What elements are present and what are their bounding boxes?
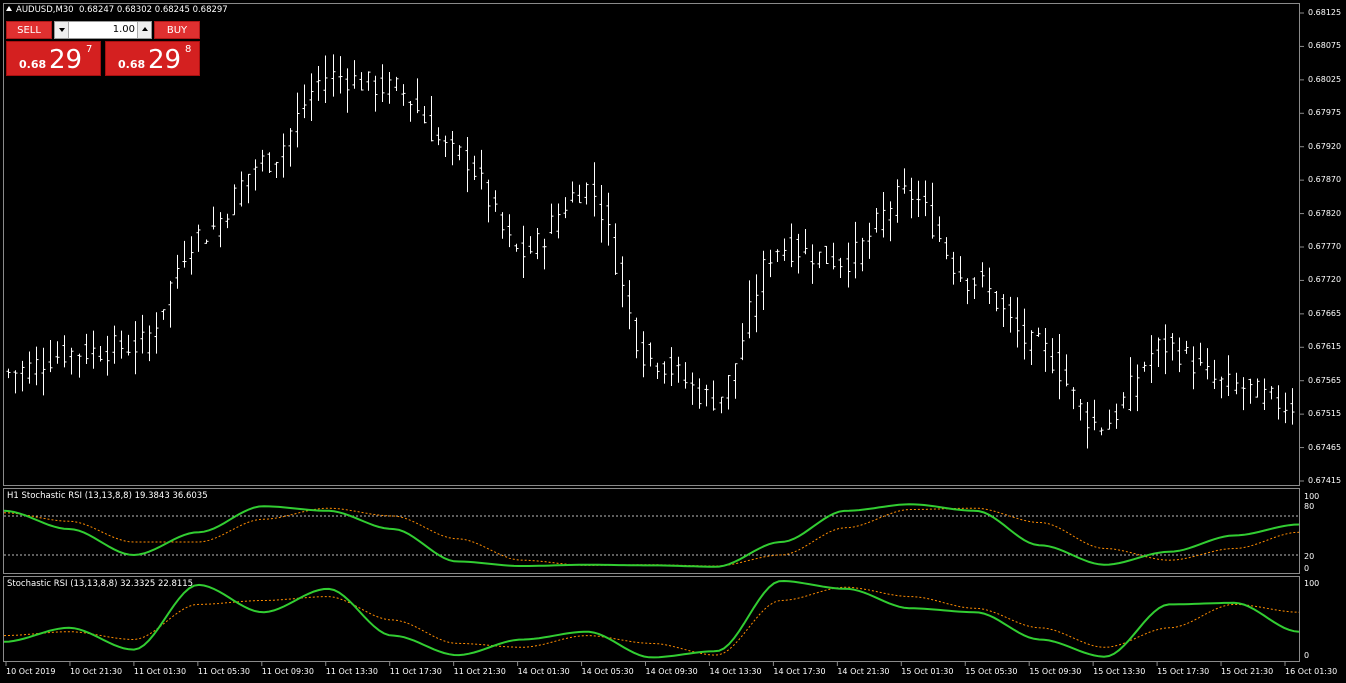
price-axis-label: 0.68025: [1308, 74, 1342, 84]
arrow-down-icon: [59, 28, 65, 32]
price-axis-label: 0.68125: [1308, 8, 1342, 17]
price-axis-label: 0.67615: [1308, 342, 1342, 352]
time-axis-label: 15 Oct 17:30: [1157, 667, 1210, 676]
time-axis-label: 10 Oct 21:30: [69, 667, 123, 676]
indicator2-title: Stochastic RSI (13,13,8,8) 32.3325 22.81…: [7, 579, 194, 589]
ind2-level-100: 100: [1304, 579, 1320, 588]
price-axis-label: 0.67920: [1308, 141, 1342, 151]
sell-price-button[interactable]: 0.68 29 7: [6, 41, 101, 76]
time-axis-label: 14 Oct 05:30: [581, 667, 634, 676]
time-axis-label: 14 Oct 13:30: [709, 667, 762, 676]
symbol-info: AUDUSD,M30 0.68247 0.68302 0.68245 0.682…: [6, 5, 228, 15]
ind2-level-0: 0: [1304, 651, 1310, 660]
symbol-label: AUDUSD,M30: [16, 5, 74, 15]
time-axis-label: 16 Oct 01:30: [1285, 667, 1338, 676]
time-axis-label: 15 Oct 13:30: [1093, 667, 1146, 676]
ind1-level-20: 20: [1304, 552, 1315, 561]
time-axis-label: 14 Oct 01:30: [517, 667, 570, 676]
price-axis-label: 0.67820: [1308, 208, 1342, 218]
indicator1-title: H1 Stochastic RSI (13,13,8,8) 19.3843 36…: [7, 491, 208, 501]
time-axis-label: 11 Oct 05:30: [197, 667, 250, 676]
time-axis-label: 11 Oct 21:30: [453, 667, 506, 676]
sell-button[interactable]: SELL: [6, 21, 52, 39]
chart-plot: [3, 12, 1304, 666]
lot-size-value[interactable]: 1.00: [71, 24, 135, 35]
sell-price-big: 29: [49, 45, 83, 75]
chart-window[interactable]: AUDUSD,M30 0.68247 0.68302 0.68245 0.682…: [0, 0, 1346, 683]
time-axis-label: 10 Oct 2019: [6, 667, 56, 676]
price-axis-label: 0.67870: [1308, 175, 1342, 185]
buy-button[interactable]: BUY: [154, 21, 200, 39]
time-axis-label: 15 Oct 09:30: [1029, 667, 1082, 676]
buy-price-prefix: 0.68: [118, 58, 146, 71]
buy-price-pip: 8: [185, 44, 192, 55]
price-axis-label: 0.67665: [1308, 308, 1342, 318]
price-axis-label: 0.67465: [1308, 442, 1342, 452]
arrow-up-icon: [142, 27, 148, 31]
lot-increase-button[interactable]: [137, 22, 151, 38]
ind2-signal-line: [3, 586, 1300, 656]
buy-price-big: 29: [148, 45, 182, 75]
ind1-level-80: 80: [1304, 502, 1315, 511]
time-axis-label: 14 Oct 09:30: [645, 667, 698, 676]
price-axis-label: 0.67415: [1308, 476, 1342, 485]
price-axis-label: 0.67770: [1308, 242, 1342, 251]
ind1-level-0: 0: [1304, 564, 1310, 573]
time-axis-label: 11 Oct 17:30: [389, 667, 442, 676]
lot-size-field[interactable]: 1.00: [54, 21, 152, 39]
sell-price-pip: 7: [86, 44, 93, 55]
time-axis-label: 15 Oct 01:30: [901, 667, 954, 676]
collapse-triangle-icon[interactable]: [6, 6, 12, 11]
price-axis-label: 0.67720: [1308, 275, 1342, 285]
time-axis-label: 11 Oct 13:30: [325, 667, 378, 676]
price-axis-label: 0.68075: [1308, 41, 1342, 51]
sell-price-prefix: 0.68: [19, 58, 47, 71]
ind1-level-100: 100: [1304, 492, 1320, 501]
ind2-main-line: [3, 579, 1300, 659]
ind1-signal-line: [3, 507, 1300, 567]
buy-price-button[interactable]: 0.68 29 8: [105, 41, 200, 76]
price-axis-label: 0.67975: [1308, 108, 1342, 118]
ind1-main-line: [3, 503, 1300, 568]
time-axis-label: 14 Oct 21:30: [837, 667, 890, 676]
time-axis-label: 11 Oct 09:30: [261, 667, 314, 676]
price-axis-label: 0.67515: [1308, 409, 1342, 419]
time-axis-label: 15 Oct 05:30: [965, 667, 1018, 676]
time-axis-label: 15 Oct 21:30: [1221, 667, 1274, 676]
ohlc-values: 0.68247 0.68302 0.68245 0.68297: [79, 5, 228, 15]
lot-decrease-button[interactable]: [55, 22, 69, 38]
price-axis-label: 0.67565: [1308, 375, 1342, 385]
time-axis-label: 14 Oct 17:30: [773, 667, 826, 676]
time-axis-label: 11 Oct 01:30: [133, 667, 187, 676]
one-click-trading-panel: SELL 1.00 BUY 0.68 29 7 0.68 29 8: [6, 21, 200, 76]
